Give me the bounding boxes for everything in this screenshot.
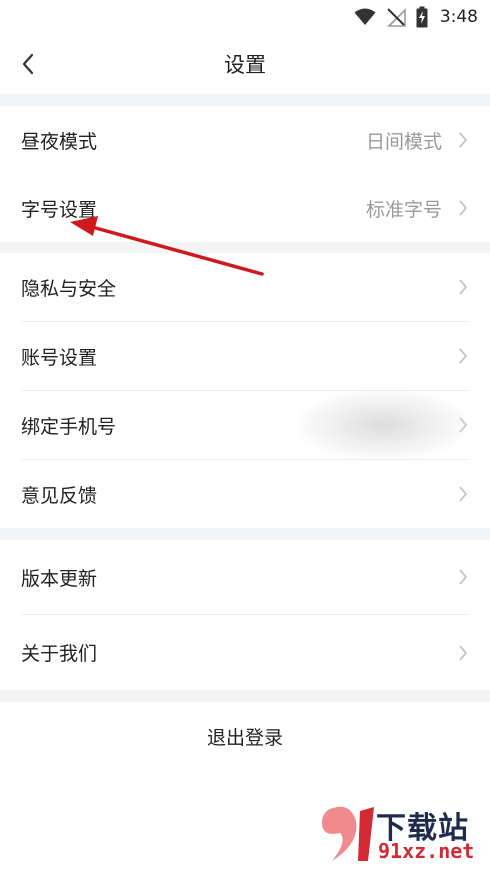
logout-button[interactable]: 退出登录 [0,701,490,771]
chevron-right-icon [459,279,468,295]
battery-charging-icon [416,6,428,28]
chevron-right-icon [459,644,468,661]
chevron-right-icon [459,569,468,585]
watermark-url: 91xz.net [378,839,475,863]
chevron-right-icon [459,348,468,364]
nav-bar: 设置 [0,34,490,94]
section-gap [0,94,490,106]
91-logo [322,806,374,861]
status-bar: 3:48 [0,0,490,34]
row-label: 昼夜模式 [21,130,98,153]
logout-label: 退出登录 [206,726,283,749]
row-version-update[interactable]: 版本更新 [0,540,490,614]
row-font-size[interactable]: 字号设置 标准字号 [0,174,490,242]
chevron-right-icon [459,132,468,148]
row-value: 日间模式 [365,130,442,153]
status-time: 3:48 [439,7,478,27]
watermark: 下载站 91xz.net [316,803,486,865]
row-label: 字号设置 [21,198,98,221]
no-signal-icon [386,8,406,27]
row-about-us[interactable]: 关于我们 [0,615,490,690]
row-privacy-security[interactable]: 隐私与安全 [0,253,490,321]
row-label: 账号设置 [21,346,98,369]
blurred-phone-number [298,390,468,460]
back-button[interactable] [14,48,42,80]
row-value: 标准字号 [365,198,442,221]
row-label: 关于我们 [21,643,98,665]
row-account-settings[interactable]: 账号设置 [0,322,490,390]
row-label: 隐私与安全 [21,277,117,300]
section-gap [0,528,490,540]
row-day-night-mode[interactable]: 昼夜模式 日间模式 [0,106,490,174]
wifi-icon [354,8,376,25]
section-gap [0,241,490,253]
page-title: 设置 [224,53,266,77]
chevron-left-icon [22,53,34,75]
chevron-right-icon [459,486,468,502]
chevron-right-icon [459,200,468,216]
row-label: 意见反馈 [21,484,98,507]
row-label: 版本更新 [21,567,98,590]
row-feedback[interactable]: 意见反馈 [0,460,490,528]
